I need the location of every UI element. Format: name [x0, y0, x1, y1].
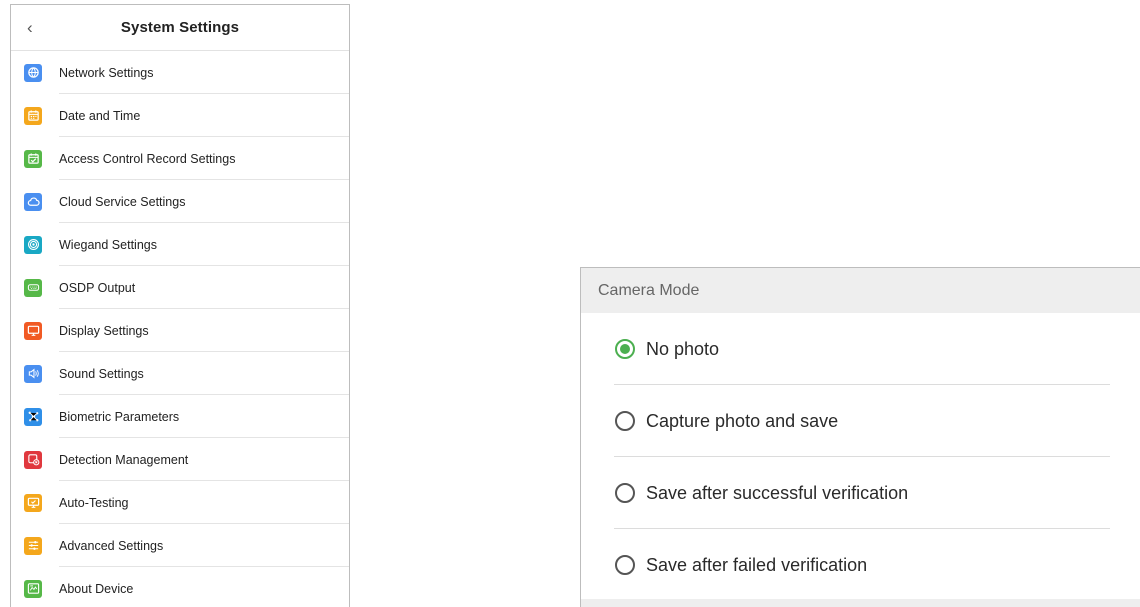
detection-icon [24, 450, 42, 469]
option-label: Save after successful verification [646, 482, 909, 503]
menu-item-label: Sound Settings [59, 366, 144, 381]
menu-item-cloud-service-settings[interactable]: Cloud Service Settings [11, 180, 349, 223]
menu-item-sound-settings[interactable]: Sound Settings [11, 352, 349, 395]
menu-item-date-and-time[interactable]: Date and Time [11, 94, 349, 137]
menu-item-about-device[interactable]: About Device [11, 567, 349, 607]
radio-unchecked-icon[interactable] [615, 555, 635, 575]
radio-unchecked-icon[interactable] [615, 411, 635, 431]
monitor-icon [24, 321, 42, 340]
menu-item-detection-management[interactable]: Detection Management [11, 438, 349, 481]
menu-item-label: Biometric Parameters [59, 409, 180, 424]
menu-item-label: OSDP Output [59, 280, 136, 295]
test-monitor-icon [24, 493, 42, 512]
camera-mode-option[interactable]: Save after successful verification [581, 457, 1140, 529]
sliders-icon [24, 536, 42, 555]
option-label: Save after failed verification [646, 554, 868, 575]
menu-item-auto-testing[interactable]: Auto-Testing [11, 481, 349, 524]
menu-item-label: Auto-Testing [59, 495, 129, 510]
calendar-icon [24, 106, 42, 125]
back-icon[interactable]: ‹ [27, 19, 33, 36]
menu-item-label: Cloud Service Settings [59, 194, 186, 209]
menu-item-osdp-output[interactable]: OSDP Output [11, 266, 349, 309]
menu-item-label: About Device [59, 581, 134, 596]
settings-menu: Network Settings Date and Time Access Cont… [11, 51, 349, 607]
menu-item-label: Access Control Record Settings [59, 151, 236, 166]
menu-item-label: Advanced Settings [59, 538, 164, 553]
menu-item-advanced-settings[interactable]: Advanced Settings [11, 524, 349, 567]
radio-unchecked-icon[interactable] [615, 483, 635, 503]
panel-header: ‹ System Settings [11, 5, 349, 51]
menu-item-biometric-parameters[interactable]: Biometric Parameters [11, 395, 349, 438]
system-settings-panel: ‹ System Settings Network Settings Date a… [10, 4, 350, 607]
menu-item-label: Detection Management [59, 452, 189, 467]
calendar-check-icon [24, 149, 42, 168]
camera-mode-dialog: Camera Mode No photo Capture photo and sa… [580, 267, 1140, 607]
speaker-icon [24, 364, 42, 383]
menu-item-access-control-record-settings[interactable]: Access Control Record Settings [11, 137, 349, 180]
globe-icon [24, 63, 42, 82]
camera-mode-option[interactable]: Capture photo and save [581, 385, 1140, 457]
menu-item-label: Network Settings [59, 65, 154, 80]
camera-mode-option[interactable]: Save after failed verification [581, 529, 1140, 601]
nodes-icon [24, 407, 42, 426]
camera-mode-option[interactable]: No photo [581, 313, 1140, 385]
dialog-footer [581, 599, 1140, 607]
port-icon [24, 278, 42, 297]
menu-item-wiegand-settings[interactable]: Wiegand Settings [11, 223, 349, 266]
camera-mode-options: No photo Capture photo and save Save after… [581, 313, 1140, 601]
menu-item-label: Date and Time [59, 108, 141, 123]
menu-item-display-settings[interactable]: Display Settings [11, 309, 349, 352]
menu-item-label: Wiegand Settings [59, 237, 157, 252]
menu-item-label: Display Settings [59, 323, 149, 338]
option-label: Capture photo and save [646, 410, 839, 431]
radio-checked-icon[interactable] [615, 339, 635, 359]
target-icon [24, 235, 42, 254]
page-title: System Settings [120, 19, 240, 36]
device-info-icon [24, 579, 42, 598]
dialog-title: Camera Mode [581, 268, 1140, 313]
menu-item-network-settings[interactable]: Network Settings [11, 51, 349, 94]
option-label: No photo [646, 338, 720, 359]
cloud-icon [24, 192, 42, 211]
